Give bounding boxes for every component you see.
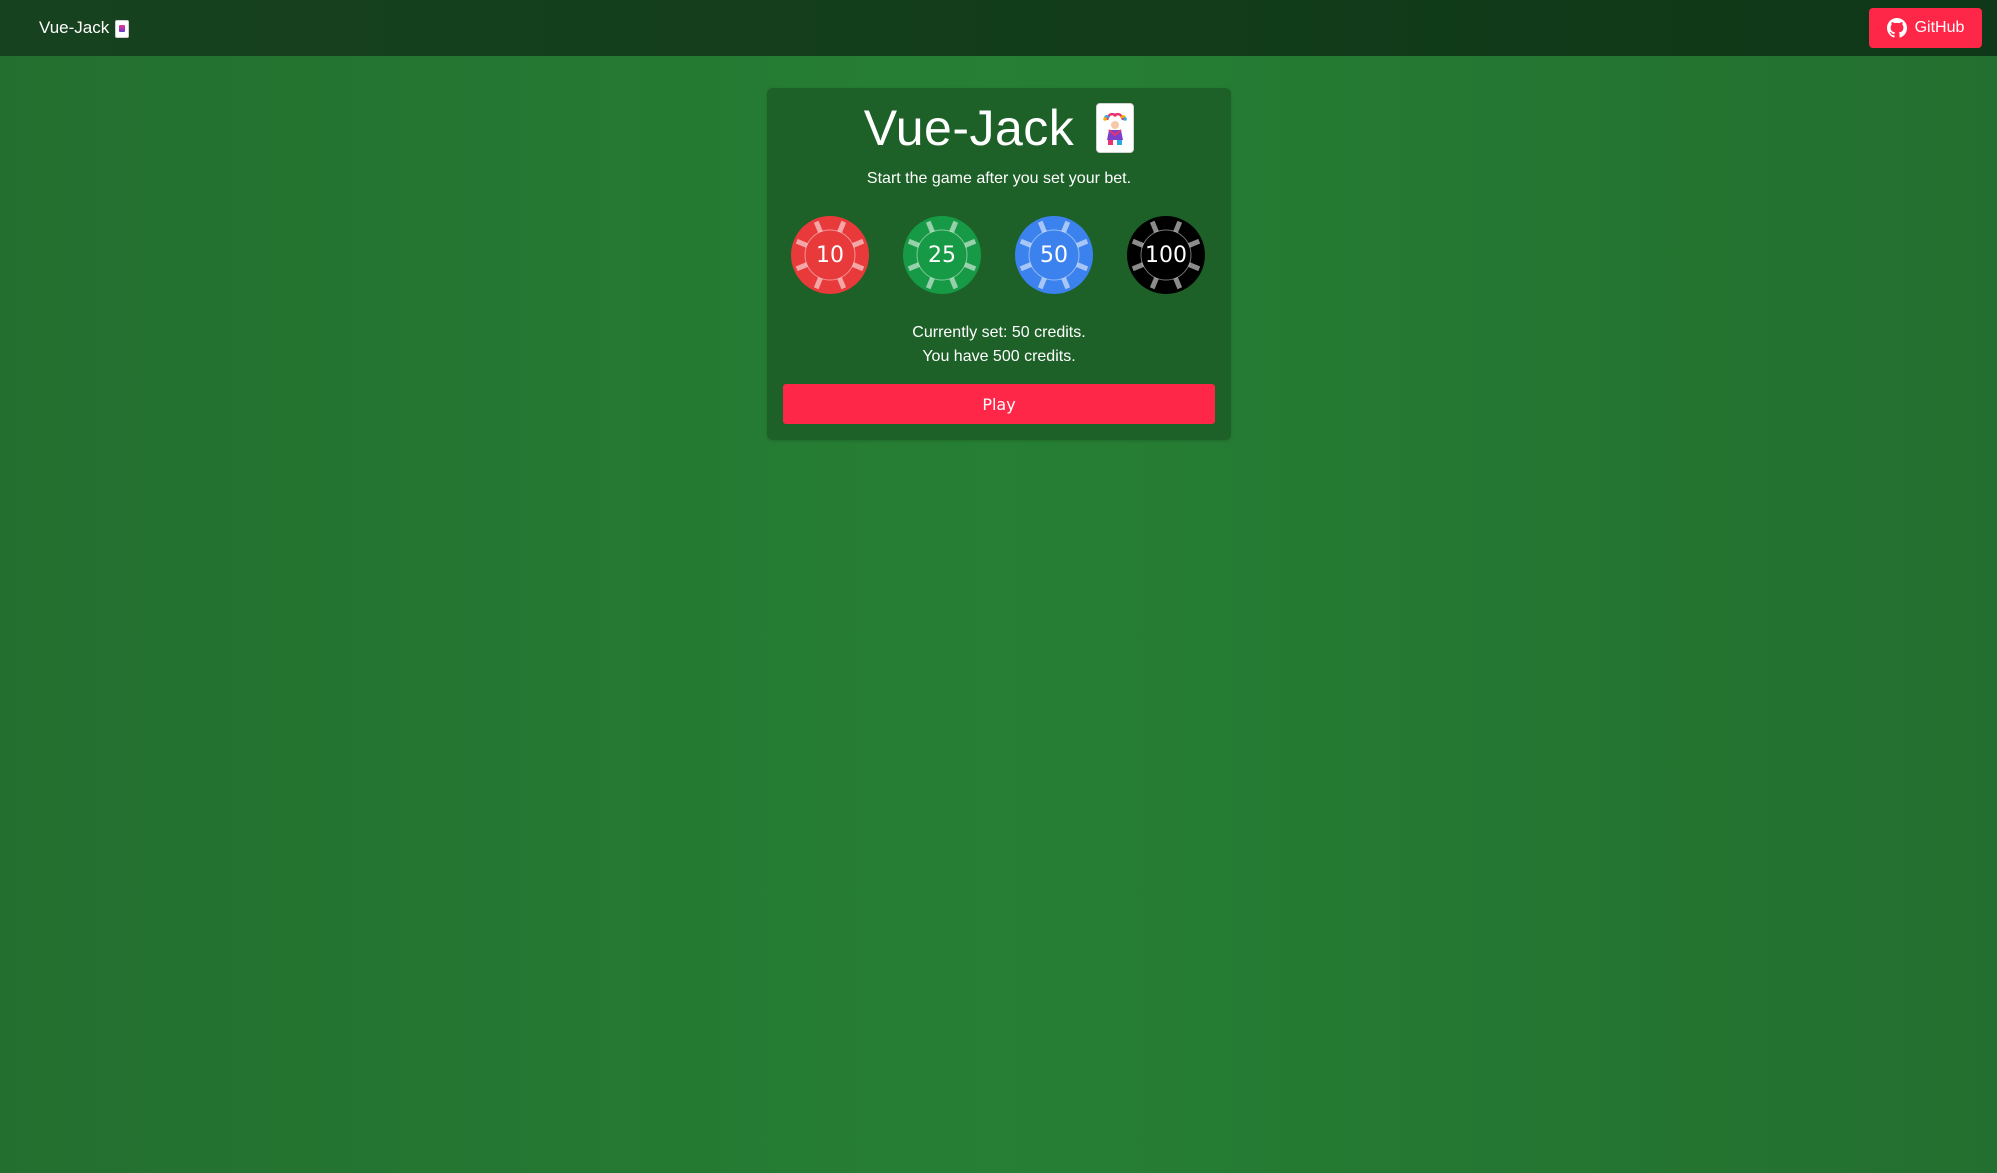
balance-text: You have 500 credits. <box>922 348 1076 365</box>
joker-figure-icon <box>1103 112 1128 145</box>
chip-value: 100 <box>1145 243 1187 268</box>
chip-selector: 10 25 50 100 <box>791 216 1207 294</box>
github-icon <box>1886 18 1907 38</box>
top-navbar: Vue-Jack GitHub <box>0 0 1997 56</box>
bet-instructions: Start the game after you set your bet. <box>866 170 1132 187</box>
title-row: Vue-Jack <box>767 100 1231 156</box>
bet-status: Currently set: 50 credits. You have 500 … <box>767 321 1231 369</box>
chip-50[interactable]: 50 <box>1015 216 1093 294</box>
joker-card-icon <box>1096 103 1135 153</box>
chip-value: 25 <box>928 243 956 268</box>
chip-graphic: 100 <box>1127 216 1205 294</box>
chip-value: 50 <box>1040 243 1068 268</box>
chip-100[interactable]: 100 <box>1127 216 1205 294</box>
bet-panel: Vue-Jack Start the game after you set yo… <box>767 88 1231 440</box>
chip-value: 10 <box>816 243 844 268</box>
current-bet-text: Currently set: 50 credits. <box>912 324 1086 341</box>
chip-graphic: 50 <box>1015 216 1093 294</box>
brand-label: Vue-Jack <box>39 18 110 37</box>
chip-graphic: 25 <box>903 216 981 294</box>
chip-25[interactable]: 25 <box>903 216 981 294</box>
playing-card-icon <box>115 20 130 38</box>
play-button[interactable]: Play <box>783 384 1215 424</box>
github-button[interactable]: GitHub <box>1869 8 1982 48</box>
page-title: Vue-Jack <box>863 100 1075 156</box>
chip-graphic: 10 <box>791 216 869 294</box>
chip-10[interactable]: 10 <box>791 216 869 294</box>
github-label: GitHub <box>1914 19 1965 36</box>
brand[interactable]: Vue-Jack <box>39 18 130 38</box>
